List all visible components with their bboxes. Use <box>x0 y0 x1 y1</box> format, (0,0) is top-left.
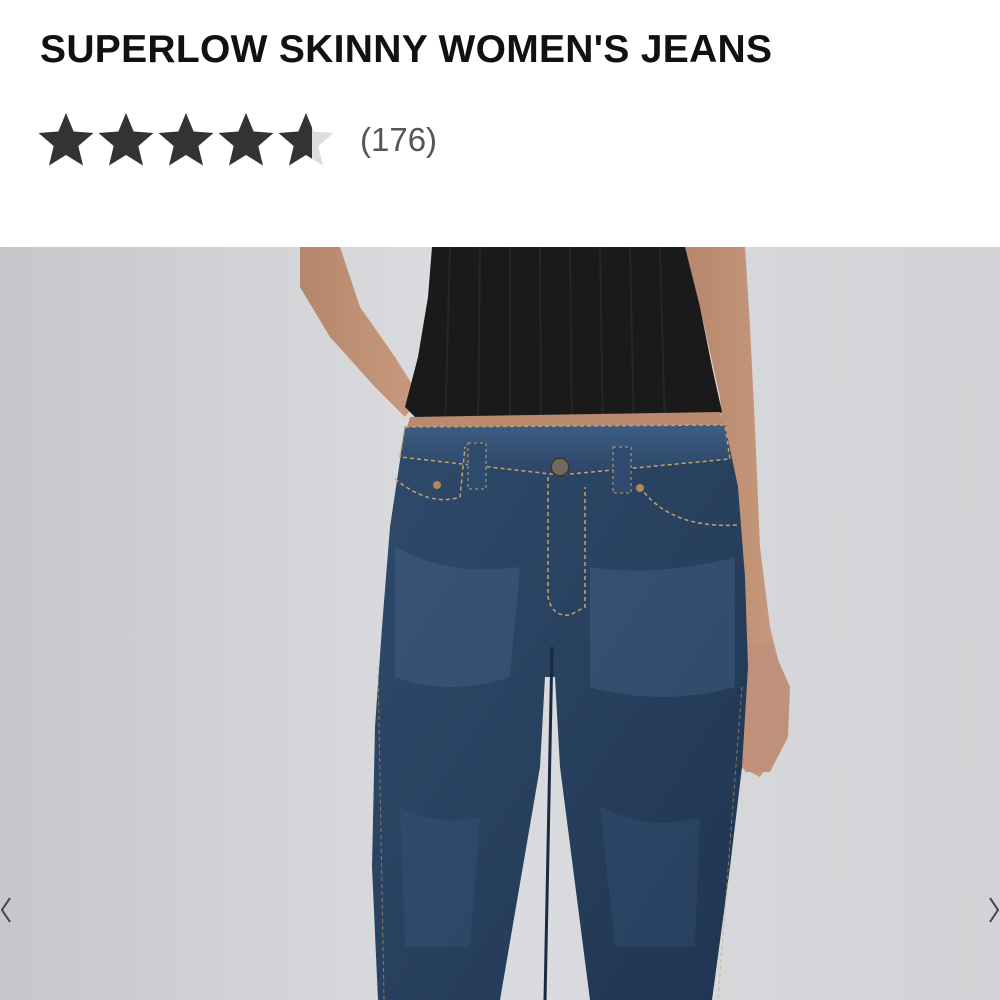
rating-stars <box>36 110 336 170</box>
star-icon <box>96 110 156 170</box>
product-page: SUPERLOW SKINNY WOMEN'S JEANS (176) <box>0 0 1000 1000</box>
product-title: SUPERLOW SKINNY WOMEN'S JEANS <box>40 28 773 71</box>
product-rating[interactable]: (176) <box>36 108 437 172</box>
carousel-prev-button[interactable] <box>0 890 20 930</box>
star-icon <box>156 110 216 170</box>
star-icon <box>216 110 276 170</box>
product-photo <box>0 247 1000 1000</box>
carousel-next-button[interactable] <box>980 890 1000 930</box>
star-icon <box>36 110 96 170</box>
product-image[interactable] <box>0 247 1000 1000</box>
chevron-left-icon <box>0 897 11 923</box>
chevron-right-icon <box>989 897 1000 923</box>
review-count[interactable]: (176) <box>360 121 437 159</box>
star-icon <box>276 110 336 170</box>
